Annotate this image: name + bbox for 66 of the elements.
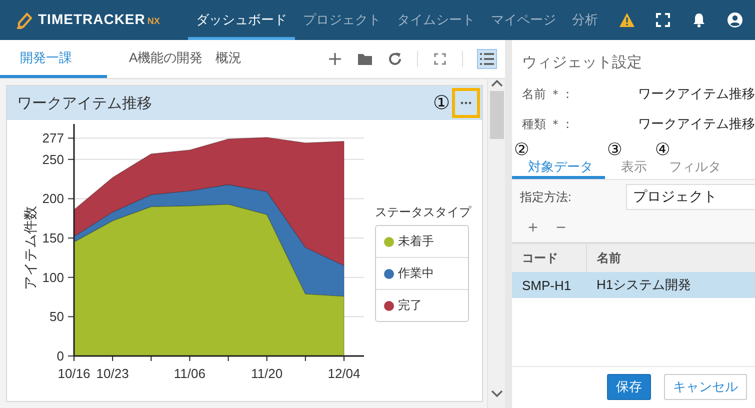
axis-tick-label: 12/04 [328, 366, 360, 381]
method-select[interactable]: プロジェクト [626, 184, 755, 210]
list-icon [480, 53, 494, 65]
user-icon[interactable] [727, 12, 743, 28]
row-action-button[interactable]: − [556, 218, 566, 238]
warning-icon[interactable] [619, 12, 635, 28]
field-label: 名前 ＊： [522, 86, 574, 102]
field-label: 指定方法: [520, 188, 572, 206]
nav-tab[interactable]: 分析 [564, 0, 606, 40]
list-view-button[interactable] [477, 49, 497, 69]
refresh-icon[interactable] [387, 51, 403, 67]
axis-tick-label: 277 [42, 130, 64, 146]
column-header: 名前 [586, 243, 755, 272]
table-cell: H1システム開発 [586, 272, 755, 298]
more-icon [460, 101, 472, 105]
save-button[interactable]: 保存 [607, 374, 651, 400]
field-label: 種類 ＊： [522, 116, 574, 132]
fullscreen-icon[interactable] [432, 51, 448, 67]
dashboard-tab[interactable]: 開発一課 [0, 40, 107, 78]
axis-tick-label: 200 [42, 191, 64, 206]
field-value: ワークアイテム推移 [638, 115, 755, 133]
annotation-number: ③ [607, 141, 624, 159]
row-action-button[interactable]: + [528, 218, 538, 238]
dashboard-tab[interactable]: A機能の開発 概況 [107, 40, 264, 78]
folder-icon[interactable] [357, 51, 373, 67]
widget-title: ワークアイテム推移 [17, 94, 152, 112]
settings-tab[interactable]: ④ フィルタ [653, 141, 727, 179]
axis-tick-label: 150 [42, 230, 64, 246]
axis-tick-label: 0 [56, 348, 64, 364]
logo-suffix: NX [147, 16, 160, 26]
legend-label: 未着手 [398, 233, 434, 250]
cancel-button[interactable]: キャンセル [664, 374, 747, 400]
table-row[interactable]: SMP-H1 H1システム開発 [512, 272, 755, 298]
nav-tab[interactable]: タイムシート [389, 0, 483, 40]
settings-tab[interactable]: ③ 表示 [605, 141, 653, 179]
annotation-number: ② [514, 141, 530, 159]
pencil-icon [16, 11, 32, 29]
tab-label: 表示 [620, 159, 647, 175]
legend-label: 完了 [398, 297, 422, 314]
field-value: ワークアイテム推移 [638, 85, 755, 103]
legend-title: ステータスタイプ [375, 204, 471, 221]
axis-title: アイテム件数 [22, 206, 38, 290]
axis-tick-label: 250 [42, 152, 64, 167]
axis-tick-label: 50 [50, 309, 64, 324]
nav-tab[interactable]: マイページ [483, 0, 564, 40]
logo-text: TIMETRACKER [38, 11, 146, 27]
tab-label: フィルタ [668, 159, 721, 175]
scrollbar-thumb[interactable] [490, 91, 504, 139]
annotation-number: ① [432, 92, 450, 114]
axis-tick-label: 100 [42, 270, 64, 285]
tab-label: 対象データ [527, 159, 593, 175]
panel-title: ウィジェット設定 [521, 53, 643, 73]
legend-label: 作業中 [398, 265, 434, 282]
plus-icon[interactable] [327, 51, 343, 67]
chevron-down-icon [490, 390, 502, 398]
chevron-up-icon [490, 79, 502, 87]
axis-tick-label: 10/23 [96, 366, 129, 381]
annotation-number: ④ [655, 141, 672, 159]
table-cell: SMP-H1 [512, 272, 586, 298]
axis-tick-label: 10/16 [58, 366, 90, 381]
fullscreen-icon[interactable] [655, 12, 671, 28]
nav-tab[interactable]: プロジェクト [295, 0, 389, 40]
bell-icon[interactable] [691, 12, 707, 28]
column-header: コード [512, 243, 586, 272]
axis-tick-label: 11/20 [251, 366, 283, 381]
axis-tick-label: 11/06 [174, 366, 206, 381]
